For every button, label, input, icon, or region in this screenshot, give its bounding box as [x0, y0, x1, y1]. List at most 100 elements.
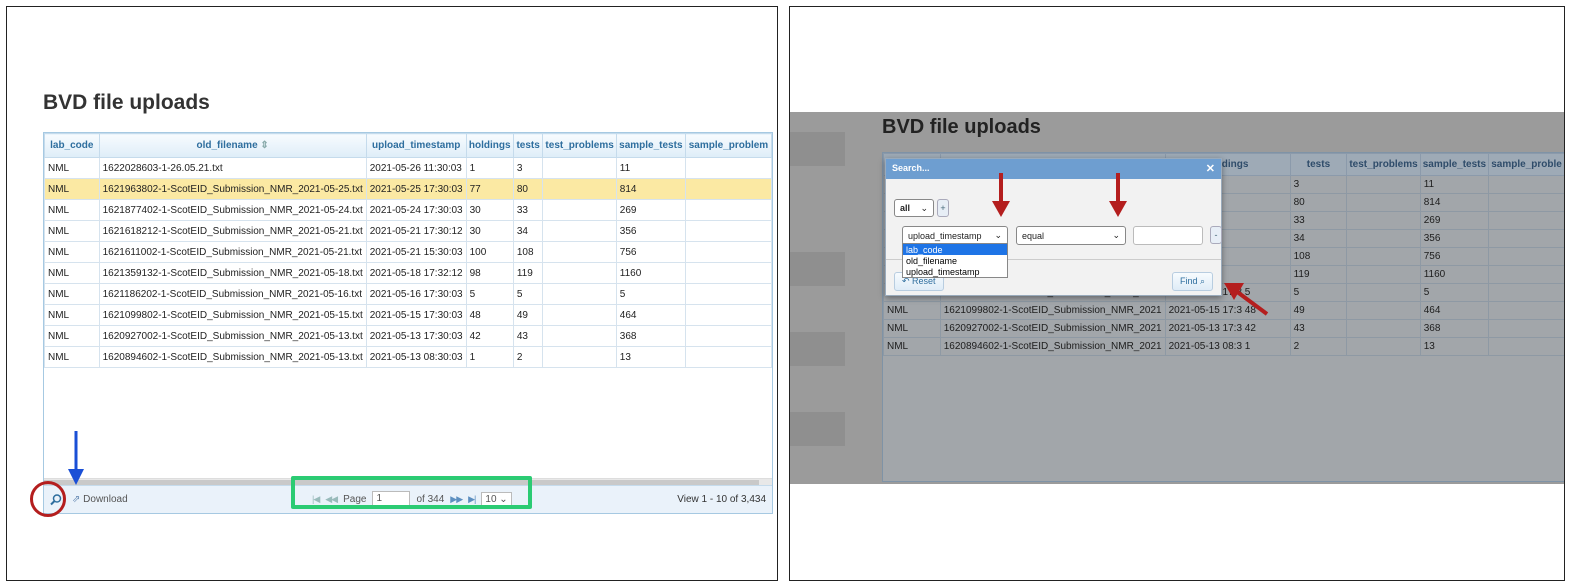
table-cell: 269 [1419, 211, 1490, 230]
add-rule-button[interactable]: + [937, 199, 949, 217]
search-value-input[interactable] [1133, 226, 1203, 245]
table-cell [542, 220, 617, 242]
operator-select[interactable]: equal ⌄ [1016, 226, 1126, 245]
side-block [790, 412, 845, 446]
column-header[interactable]: lab_code [44, 133, 100, 158]
table-row[interactable]: NML 1621877402-1-ScotEID_Submission_NMR_2… [44, 199, 773, 221]
table-cell [1346, 319, 1421, 338]
page-title: BVD file uploads [43, 91, 210, 114]
table-cell [1488, 301, 1564, 320]
field-dropdown-list: lab_code old_filename upload_timestamp [902, 243, 1008, 278]
table-cell [1346, 337, 1421, 356]
group-operator-value: all [900, 203, 911, 213]
table-cell: 2021-05-26 11:30:03 [365, 157, 467, 179]
table-cell [1346, 283, 1421, 302]
table-cell: NML [44, 325, 100, 347]
find-button[interactable]: Find ⌕ [1172, 272, 1214, 291]
table-cell: 1622028603-1-26.05.21.txt [98, 157, 367, 179]
column-header[interactable]: test_problems [542, 133, 617, 158]
table-row[interactable]: NML 1622028603-1-26.05.21.txt 2021-05-26 1… [44, 157, 773, 179]
table-row[interactable]: NML 1621099802-1-ScotEID_Submission_NMR_2… [883, 301, 1564, 320]
table-cell: NML [44, 304, 100, 326]
table-cell: 2021-05-21 15:30:03 [365, 241, 467, 263]
table-cell: 1621359132-1-ScotEID_Submission_NMR_2021… [98, 262, 367, 284]
table-cell: 1620894602-1-ScotEID_Submission_NMR_2021 [939, 337, 1166, 356]
table-cell: 1621611002-1-ScotEID_Submission_NMR_2021… [98, 241, 367, 263]
table-cell [1488, 337, 1564, 356]
column-header[interactable]: test_problems [1346, 153, 1421, 176]
table-cell: 1620894602-1-ScotEID_Submission_NMR_2021… [98, 346, 367, 368]
table-cell: NML [883, 301, 941, 320]
find-label: Find [1180, 276, 1198, 286]
table-row[interactable]: NML 1620894602-1-ScotEID_Submission_NMR_2… [883, 337, 1564, 356]
table-row[interactable]: NML1621186202-1-ScotEID_Submission_NMR_2… [44, 283, 773, 305]
chevron-down-icon: ⌄ [1112, 230, 1120, 240]
table-cell [542, 262, 617, 284]
table-cell: 2021-05-18 17:32:12 [365, 262, 467, 284]
table-row[interactable]: NML 1621359132-1-ScotEID_Submission_NMR_2… [44, 262, 773, 284]
table-row[interactable]: NML 1620894602-1-ScotEID_Submission_NMR_2… [44, 346, 773, 368]
table-cell: 80 [512, 178, 544, 200]
download-label: Download [83, 494, 128, 505]
dropdown-option[interactable]: old_filename [903, 255, 1007, 266]
table-cell: 108 [1289, 247, 1348, 266]
table-cell: NML [44, 157, 100, 179]
table-cell [1488, 247, 1564, 266]
chevron-down-icon: ⌄ [920, 202, 928, 213]
group-operator-select[interactable]: all ⌄ [894, 199, 934, 217]
table-cell: NML [44, 283, 100, 305]
column-header[interactable]: sample_problem [684, 133, 773, 158]
column-header[interactable]: old_filename ⇕ [98, 133, 367, 158]
remove-rule-button[interactable]: - [1210, 226, 1222, 244]
chevron-down-icon: ⌄ [994, 230, 1002, 240]
table-cell [684, 304, 773, 326]
table-cell: 1620927002-1-ScotEID_Submission_NMR_2021 [939, 319, 1166, 338]
sort-icon[interactable]: ⇕ [258, 140, 268, 151]
table-cell: 49 [1289, 301, 1348, 320]
search-icon: ⌕ [1200, 276, 1206, 286]
table-cell: 33 [1289, 211, 1348, 230]
table-cell [542, 346, 617, 368]
table-cell: 368 [1419, 319, 1490, 338]
column-header[interactable]: tests [512, 133, 544, 158]
table-cell [684, 178, 773, 200]
table-cell: 2021-05-16 17:30:03 [365, 283, 467, 305]
table-cell [542, 199, 617, 221]
table-cell: 2021-05-13 17:3 42 [1164, 319, 1291, 338]
table-cell: 464 [1419, 301, 1490, 320]
table-row[interactable]: NML 1620927002-1-ScotEID_Submission_NMR_2… [883, 319, 1564, 338]
table-cell [684, 325, 773, 347]
table-cell: 2021-05-25 17:30:03 [365, 178, 467, 200]
table-cell: 756 [615, 241, 686, 263]
table-cell: NML [44, 241, 100, 263]
export-icon: ⇗ [72, 494, 84, 505]
column-header[interactable]: sample_tests [1419, 153, 1490, 176]
table-cell [1488, 265, 1564, 284]
table-cell: 1620927002-1-ScotEID_Submission_NMR_2021… [98, 325, 367, 347]
uploads-table: lab_code old_filename ⇕ upload_timestamp ho… [44, 133, 773, 368]
table-row[interactable]: NML 1620927002-1-ScotEID_Submission_NMR_2… [44, 325, 773, 347]
column-header[interactable]: sample_tests [615, 133, 686, 158]
dropdown-option[interactable]: lab_code [903, 244, 1007, 255]
table-row[interactable]: NML 1621618212-1-ScotEID_Submission_NMR_2… [44, 220, 773, 242]
column-header[interactable]: tests [1289, 153, 1348, 176]
close-icon[interactable]: ✕ [1206, 162, 1215, 175]
table-row[interactable]: NML 1621963802-1-ScotEID_Submission_NMR_2… [44, 178, 773, 200]
download-link[interactable]: ⇗ Download [72, 494, 128, 505]
table-cell [542, 157, 617, 179]
table-cell: 2 [512, 346, 544, 368]
column-header[interactable]: holdings [465, 133, 514, 158]
table-cell: 1160 [1419, 265, 1490, 284]
dropdown-option[interactable]: upload_timestamp [903, 266, 1007, 277]
table-row[interactable]: NML 1621099802-1-ScotEID_Submission_NMR_2… [44, 304, 773, 326]
table-cell [684, 283, 773, 305]
table-cell: 43 [1289, 319, 1348, 338]
annotation-box [291, 476, 532, 509]
field-select-value: upload_timestamp [908, 230, 982, 241]
column-header[interactable]: upload_timestamp [365, 133, 467, 158]
table-cell [684, 241, 773, 263]
table-cell: 80 [1289, 193, 1348, 212]
table-cell: 5 [615, 283, 686, 305]
column-header[interactable]: sample_proble [1488, 153, 1564, 176]
table-row[interactable]: NML 1621611002-1-ScotEID_Submission_NMR_2… [44, 241, 773, 263]
